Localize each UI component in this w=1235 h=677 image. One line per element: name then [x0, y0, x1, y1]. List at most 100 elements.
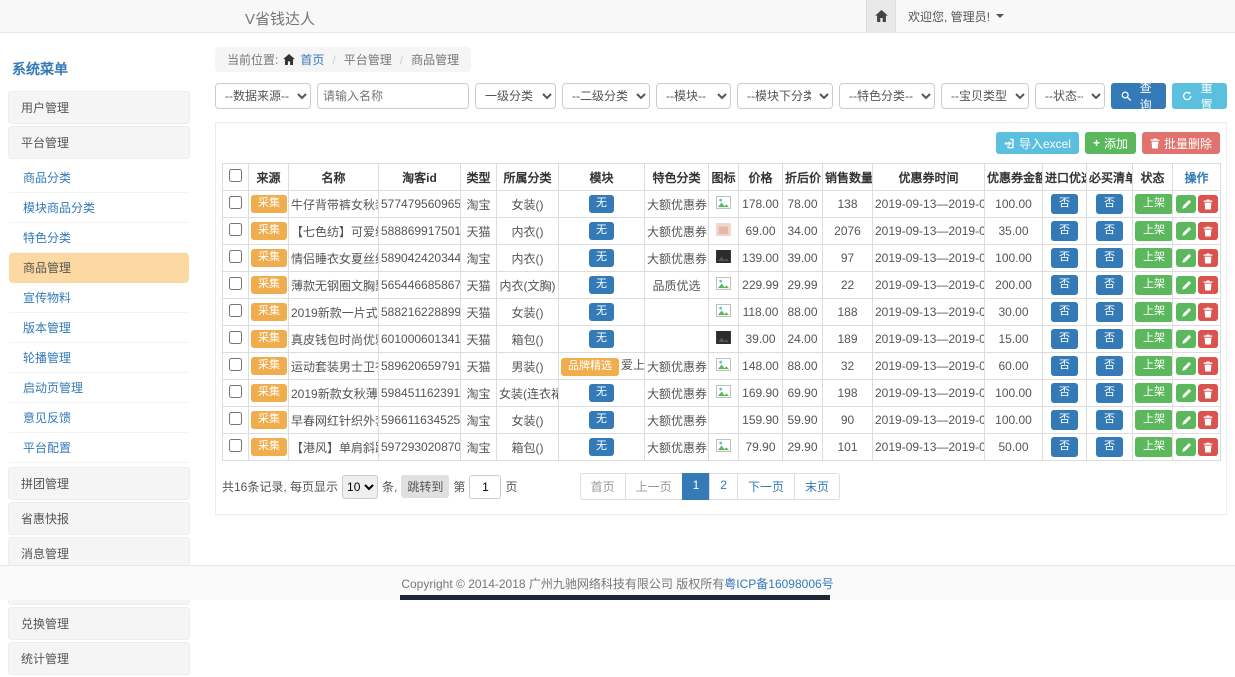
import-toggle[interactable]: 否	[1051, 356, 1078, 375]
delete-button[interactable]	[1198, 195, 1218, 213]
sidebar-item-version-management[interactable]: 版本管理	[9, 313, 189, 343]
pager-上一页[interactable]: 上一页	[625, 473, 683, 500]
import-toggle[interactable]: 否	[1051, 383, 1078, 402]
import-toggle[interactable]: 否	[1051, 329, 1078, 348]
must-buy-toggle[interactable]: 否	[1096, 329, 1123, 348]
delete-button[interactable]	[1198, 357, 1218, 375]
delete-button[interactable]	[1198, 384, 1218, 402]
must-buy-toggle[interactable]: 否	[1096, 302, 1123, 321]
sidebar-item-platform-config[interactable]: 平台配置	[9, 433, 189, 463]
must-buy-toggle[interactable]: 否	[1096, 194, 1123, 213]
import-toggle[interactable]: 否	[1051, 302, 1078, 321]
import-excel-button[interactable]: 导入excel	[996, 132, 1079, 154]
status-button[interactable]: 上架	[1135, 383, 1173, 402]
filter-item-type[interactable]: --宝贝类型--	[941, 83, 1029, 109]
pager-首页[interactable]: 首页	[580, 473, 626, 500]
sidebar-item-stats-management[interactable]: 统计管理	[8, 642, 190, 675]
sidebar-item-platform-management[interactable]: 平台管理	[8, 126, 190, 159]
edit-button[interactable]	[1176, 411, 1196, 429]
row-checkbox[interactable]	[229, 250, 242, 263]
delete-button[interactable]	[1198, 276, 1218, 294]
sidebar-item-product-category[interactable]: 商品分类	[9, 163, 189, 193]
delete-button[interactable]	[1198, 222, 1218, 240]
query-button[interactable]: 查询	[1111, 83, 1166, 109]
user-menu[interactable]: 欢迎您, 管理员!	[896, 8, 1016, 25]
import-toggle[interactable]: 否	[1051, 248, 1078, 267]
row-checkbox[interactable]	[229, 385, 242, 398]
sidebar-item-user-management[interactable]: 用户管理	[8, 91, 190, 124]
row-checkbox[interactable]	[229, 412, 242, 425]
sidebar-item-carousel-management[interactable]: 轮播管理	[9, 343, 189, 373]
row-checkbox[interactable]	[229, 331, 242, 344]
row-checkbox[interactable]	[229, 277, 242, 290]
edit-button[interactable]	[1176, 384, 1196, 402]
row-checkbox[interactable]	[229, 196, 242, 209]
delete-button[interactable]	[1198, 411, 1218, 429]
import-toggle[interactable]: 否	[1051, 275, 1078, 294]
pager-2[interactable]: 2	[709, 473, 738, 500]
sidebar-item-express-news[interactable]: 省惠快报	[8, 502, 190, 535]
per-page-select[interactable]: 10	[342, 475, 378, 499]
must-buy-toggle[interactable]: 否	[1096, 383, 1123, 402]
sidebar-item-promo-materials[interactable]: 宣传物料	[9, 283, 189, 313]
must-buy-toggle[interactable]: 否	[1096, 410, 1123, 429]
icp-link[interactable]: 粤ICP备16098006号	[724, 575, 833, 592]
pager-下一页[interactable]: 下一页	[737, 473, 795, 500]
select-all-checkbox[interactable]	[229, 169, 242, 182]
status-button[interactable]: 上架	[1135, 356, 1173, 375]
status-button[interactable]: 上架	[1135, 194, 1173, 213]
import-toggle[interactable]: 否	[1051, 410, 1078, 429]
filter-feature-category[interactable]: --特色分类--	[839, 83, 935, 109]
sidebar-item-module-product-category[interactable]: 模块商品分类	[9, 193, 189, 223]
breadcrumb-home-link[interactable]: 首页	[300, 51, 324, 68]
status-button[interactable]: 上架	[1135, 221, 1173, 240]
filter-level2-category[interactable]: --二级分类--	[562, 83, 650, 109]
edit-button[interactable]	[1176, 195, 1196, 213]
filter-module-subcategory[interactable]: --模块下分类--	[737, 83, 833, 109]
row-checkbox[interactable]	[229, 304, 242, 317]
filter-module[interactable]: --模块--	[656, 83, 731, 109]
must-buy-toggle[interactable]: 否	[1096, 275, 1123, 294]
edit-button[interactable]	[1176, 330, 1196, 348]
status-button[interactable]: 上架	[1135, 329, 1173, 348]
filter-status[interactable]: --状态--	[1035, 83, 1105, 109]
pager-1[interactable]: 1	[682, 473, 711, 500]
filter-name-input[interactable]	[317, 83, 469, 109]
page-number-input[interactable]	[469, 475, 501, 499]
filter-data-source[interactable]: --数据来源--	[215, 83, 311, 109]
must-buy-toggle[interactable]: 否	[1096, 356, 1123, 375]
row-checkbox[interactable]	[229, 358, 242, 371]
pager-末页[interactable]: 末页	[794, 473, 840, 500]
status-button[interactable]: 上架	[1135, 410, 1173, 429]
delete-button[interactable]	[1198, 438, 1218, 456]
delete-button[interactable]	[1198, 249, 1218, 267]
edit-button[interactable]	[1176, 249, 1196, 267]
must-buy-toggle[interactable]: 否	[1096, 248, 1123, 267]
delete-button[interactable]	[1198, 330, 1218, 348]
row-checkbox[interactable]	[229, 439, 242, 452]
edit-button[interactable]	[1176, 357, 1196, 375]
batch-delete-button[interactable]: 批量删除	[1142, 132, 1220, 154]
sidebar-item-product-management[interactable]: 商品管理	[9, 253, 189, 283]
status-button[interactable]: 上架	[1135, 275, 1173, 294]
edit-button[interactable]	[1176, 276, 1196, 294]
jump-button[interactable]: 跳转到	[401, 475, 449, 498]
sidebar-item-exchange-management[interactable]: 兑换管理	[8, 607, 190, 640]
must-buy-toggle[interactable]: 否	[1096, 437, 1123, 456]
row-checkbox[interactable]	[229, 223, 242, 236]
import-toggle[interactable]: 否	[1051, 194, 1078, 213]
filter-level1-category[interactable]: 一级分类	[475, 83, 556, 109]
delete-button[interactable]	[1198, 303, 1218, 321]
edit-button[interactable]	[1176, 303, 1196, 321]
add-button[interactable]: + 添加	[1085, 132, 1136, 154]
sidebar-item-splash-page-management[interactable]: 启动页管理	[9, 373, 189, 403]
edit-button[interactable]	[1176, 438, 1196, 456]
import-toggle[interactable]: 否	[1051, 437, 1078, 456]
status-button[interactable]: 上架	[1135, 248, 1173, 267]
edit-button[interactable]	[1176, 222, 1196, 240]
sidebar-item-feature-category[interactable]: 特色分类	[9, 223, 189, 253]
status-button[interactable]: 上架	[1135, 302, 1173, 321]
home-button[interactable]	[866, 0, 896, 32]
sidebar-item-group-buy-management[interactable]: 拼团管理	[8, 467, 190, 500]
sidebar-item-feedback[interactable]: 意见反馈	[9, 403, 189, 433]
